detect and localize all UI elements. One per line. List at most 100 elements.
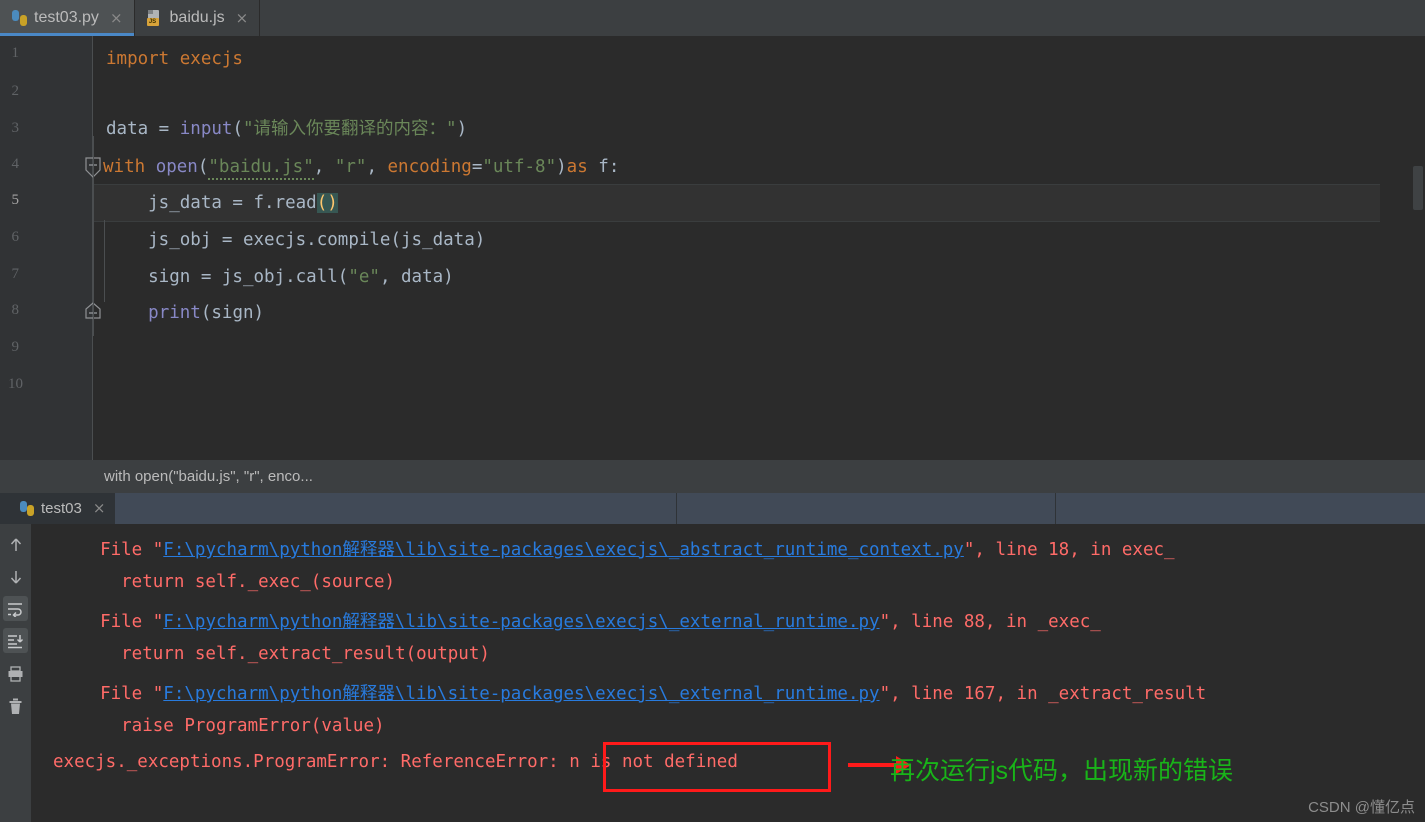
line-number: 5	[0, 192, 19, 209]
breadcrumb-text: with open("baidu.js", "r", enco...	[104, 468, 313, 485]
line-number: 7	[0, 266, 19, 283]
traceback-code-line: raise ProgramError(value)	[79, 716, 385, 736]
code-token: )	[457, 119, 468, 139]
traceback-file-line: File "F:\pycharm\python解释器\lib\site-pack…	[79, 608, 1101, 633]
editor-tab-test03[interactable]: test03.py ×	[0, 0, 135, 36]
breadcrumb[interactable]: with open("baidu.js", "r", enco...	[0, 460, 1425, 493]
code-line-6: js_obj = execjs.compile(js_data)	[106, 221, 485, 259]
file-path-link[interactable]: F:\pycharm\python解释器\lib\site-packages\e…	[163, 684, 879, 704]
javascript-file-icon: JS	[147, 10, 163, 26]
code-text-area[interactable]: import execjs data = input("请输入你要翻译的内容："…	[93, 36, 1425, 460]
annotation-red-box	[603, 742, 831, 792]
traceback-prefix: File "	[79, 612, 163, 632]
traceback-code-line: return self._extract_result(output)	[79, 644, 490, 664]
editor-scrollbar[interactable]	[1411, 36, 1425, 460]
run-tab-bar-segment	[677, 493, 1056, 524]
code-token: =	[472, 157, 483, 177]
run-tool-window-tab-bar: test03 ×	[0, 493, 1425, 524]
code-token: (	[232, 119, 243, 139]
code-token-string-r: "r"	[335, 157, 367, 177]
editor-tab-label: test03.py	[34, 9, 99, 27]
close-icon[interactable]: ×	[93, 501, 106, 516]
exception-type-text: execjs._exceptions.ProgramError: Referen…	[53, 752, 559, 772]
code-token-open: open	[156, 157, 198, 177]
code-token-string-baidu-js: "baidu.js"	[208, 157, 313, 180]
line-number: 2	[0, 83, 19, 100]
code-token: (sign)	[201, 303, 264, 323]
run-tab-test03[interactable]: test03 ×	[0, 493, 115, 524]
line-number: 9	[0, 339, 19, 356]
close-icon[interactable]: ×	[110, 11, 123, 26]
line-number: 10	[0, 376, 23, 393]
code-line-8: print(sign)	[106, 294, 264, 332]
code-token: sign = js_obj.call(	[106, 267, 348, 287]
matching-brackets-highlight: ()	[317, 193, 338, 213]
soft-wrap-icon[interactable]	[3, 596, 28, 621]
file-path-link[interactable]: F:\pycharm\python解释器\lib\site-packages\e…	[163, 612, 879, 632]
editor-tab-bar: test03.py × JS baidu.js ×	[0, 0, 1425, 36]
run-tab-bar-segment	[115, 493, 677, 524]
editor-tab-label: baidu.js	[170, 9, 225, 27]
traceback-suffix: ", line 18, in exec_	[964, 540, 1175, 560]
traceback-file-line: File "F:\pycharm\python解释器\lib\site-pack…	[79, 536, 1175, 561]
code-token: ,	[314, 157, 335, 177]
line-number: 3	[0, 120, 19, 137]
traceback-suffix: ", line 88, in _exec_	[880, 612, 1101, 632]
traceback-code-text: return self._extract_result(output)	[79, 644, 490, 664]
traceback-file-line: File "F:\pycharm\python解释器\lib\site-pack…	[79, 680, 1206, 705]
keyword-with: with	[103, 157, 156, 177]
exception-detail-text	[559, 752, 570, 772]
code-editor[interactable]: 1 2 3 4 5 6 7 8 9 10 import e	[0, 36, 1425, 460]
traceback-code-line: return self._exec_(source)	[79, 572, 395, 592]
code-token: ,	[366, 157, 387, 177]
code-token: (	[198, 157, 209, 177]
code-token: js_data = f.read	[106, 193, 317, 213]
keyword-import: import execjs	[106, 49, 243, 69]
traceback-code-text: raise ProgramError(value)	[79, 716, 385, 736]
down-arrow-icon[interactable]	[3, 564, 28, 589]
line-number: 6	[0, 229, 19, 246]
tab-bar-empty-area	[260, 0, 1425, 36]
code-line-1: import execjs	[106, 40, 243, 78]
code-line-4: with open("baidu.js", "r", encoding="utf…	[103, 148, 619, 186]
code-token-string: "请输入你要翻译的内容："	[243, 119, 457, 139]
code-line-7: sign = js_obj.call("e", data)	[106, 258, 454, 296]
print-icon[interactable]	[3, 661, 28, 686]
traceback-suffix: ", line 167, in _extract_result	[880, 684, 1207, 704]
code-token	[106, 303, 148, 323]
annotation-text: 再次运行js代码，出现新的错误	[890, 751, 1233, 787]
code-line-5: js_data = f.read()	[106, 184, 338, 222]
code-token: )	[556, 157, 567, 177]
code-token-print: print	[148, 303, 201, 323]
run-tab-bar-segment	[1056, 493, 1425, 524]
python-file-icon	[12, 10, 27, 26]
pycharm-window: test03.py × JS baidu.js × 1 2 3 4 5 6 7 …	[0, 0, 1425, 822]
python-file-icon	[20, 501, 34, 516]
line-number: 1	[0, 45, 19, 62]
editor-gutter[interactable]: 1 2 3 4 5 6 7 8 9 10	[0, 36, 93, 460]
code-token: , data)	[380, 267, 454, 287]
code-token-param-encoding: encoding	[388, 157, 472, 177]
close-icon[interactable]: ×	[236, 11, 249, 26]
code-token-string-e: "e"	[348, 267, 380, 287]
code-token: js_obj = execjs.compile(js_data)	[106, 230, 485, 250]
line-number: 4	[0, 156, 19, 173]
code-token-input: input	[180, 119, 233, 139]
watermark: CSDN @懂亿点	[1308, 796, 1415, 817]
run-tab-label: test03	[41, 500, 82, 517]
code-line-3: data = input("请输入你要翻译的内容：")	[106, 110, 467, 148]
traceback-prefix: File "	[79, 684, 163, 704]
trash-icon[interactable]	[3, 694, 28, 719]
code-token: f:	[588, 157, 620, 177]
file-path-link[interactable]: F:\pycharm\python解释器\lib\site-packages\e…	[163, 540, 964, 560]
scroll-to-end-icon[interactable]	[3, 628, 28, 653]
console-toolbar	[0, 524, 31, 822]
code-token: data =	[106, 119, 180, 139]
up-arrow-icon[interactable]	[3, 532, 28, 557]
keyword-as: as	[567, 157, 588, 177]
code-token-string-utf8: "utf-8"	[482, 157, 556, 177]
traceback-code-text: return self._exec_(source)	[79, 572, 395, 592]
editor-scrollbar-thumb[interactable]	[1413, 166, 1423, 210]
line-number: 8	[0, 302, 19, 319]
editor-tab-baidu-js[interactable]: JS baidu.js ×	[135, 0, 261, 36]
